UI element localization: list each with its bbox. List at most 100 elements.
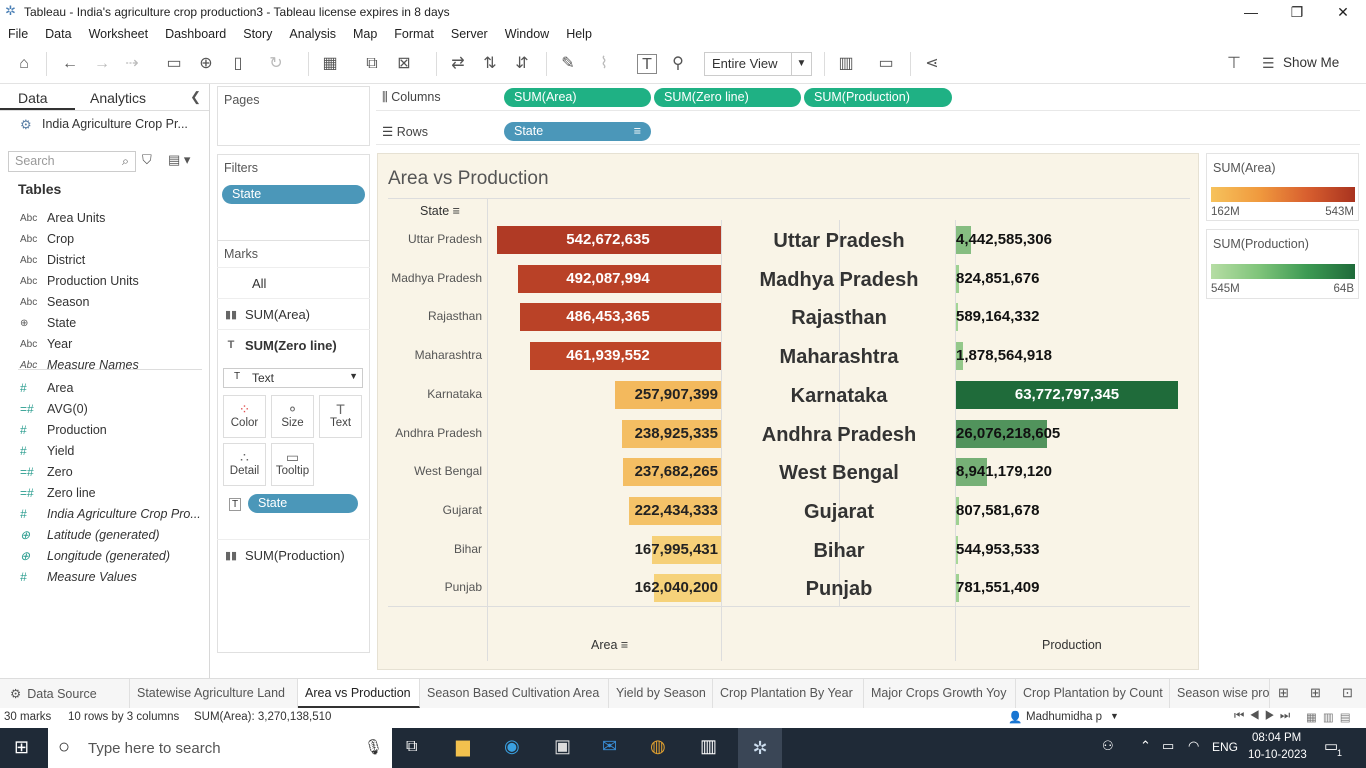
- tooltip-button[interactable]: ▭ Tooltip: [271, 443, 314, 486]
- show-me-button[interactable]: Show Me: [1283, 55, 1339, 70]
- menu-window[interactable]: Window: [505, 27, 549, 41]
- new-story-icon[interactable]: ⊡: [1342, 685, 1353, 701]
- chrome-icon[interactable]: ◍: [650, 736, 666, 757]
- microphone-icon[interactable]: 🎙: [364, 738, 383, 756]
- columns-shelf[interactable]: ⫼ Columns SUM(Area) SUM(Zero line) SUM(P…: [376, 84, 1360, 111]
- column-pill-area[interactable]: SUM(Area): [504, 88, 651, 107]
- color-button[interactable]: ⁘ Color: [223, 395, 266, 438]
- tableau-taskbar-icon[interactable]: ✲: [738, 728, 782, 768]
- row-label[interactable]: Rajasthan: [378, 309, 482, 323]
- new-worksheet-icon[interactable]: ▦: [320, 54, 340, 74]
- tab-statewise-agriculture-land[interactable]: Statewise Agriculture Land: [130, 679, 298, 708]
- marks-all[interactable]: All: [217, 267, 370, 298]
- menu-story[interactable]: Story: [243, 27, 272, 41]
- cards-icon[interactable]: ▥: [836, 54, 856, 74]
- field-zero-line[interactable]: =# Zero line: [20, 486, 96, 500]
- group-icon[interactable]: ⌇: [594, 54, 614, 74]
- mark-type-dropdown[interactable]: T Text ▼: [223, 368, 363, 388]
- field-district[interactable]: Abc District: [20, 253, 85, 267]
- search-input[interactable]: Search ⌕: [8, 151, 136, 172]
- share-icon[interactable]: ⋖: [922, 54, 942, 74]
- tab-data-source[interactable]: ⚙ Data Source: [0, 679, 130, 708]
- field-zero[interactable]: =# Zero: [20, 465, 73, 479]
- show-labels-icon[interactable]: T: [637, 54, 657, 74]
- row-label[interactable]: West Bengal: [378, 464, 482, 478]
- menu-dashboard[interactable]: Dashboard: [165, 27, 226, 41]
- chevron-down-icon[interactable]: ▼: [1110, 711, 1119, 721]
- undo-icon[interactable]: ←: [60, 54, 80, 74]
- field-measure-values[interactable]: # Measure Values: [20, 570, 137, 584]
- row-label[interactable]: Punjab: [378, 580, 482, 594]
- home-icon[interactable]: ⌂: [14, 54, 34, 74]
- field-state[interactable]: ⊕ State: [20, 316, 76, 330]
- field-production[interactable]: # Production: [20, 423, 107, 437]
- tab-season-wise-pro[interactable]: Season wise pro: [1170, 679, 1270, 708]
- language-indicator[interactable]: ENG: [1212, 740, 1238, 754]
- taskbar-search[interactable]: ○ Type here to search 🎙: [48, 728, 392, 768]
- minimize-button[interactable]: —: [1228, 0, 1274, 24]
- detail-button[interactable]: ∴ Detail: [223, 443, 266, 486]
- sheet-view-icon[interactable]: ▦▥▤: [1306, 710, 1357, 724]
- wifi-icon[interactable]: ◠: [1188, 738, 1199, 754]
- new-dashboard-icon[interactable]: ⊞: [1310, 685, 1321, 701]
- tab-major-crops-growth-yoy[interactable]: Major Crops Growth Yoy: [864, 679, 1016, 708]
- people-icon[interactable]: ⚇: [1102, 738, 1114, 754]
- swap-icon[interactable]: ⇄: [448, 54, 468, 74]
- row-label[interactable]: Gujarat: [378, 503, 482, 517]
- marks-sum-area[interactable]: ▮▮ SUM(Area): [217, 298, 370, 329]
- view-options-icon[interactable]: ▤ ▾: [168, 152, 190, 168]
- clock-date[interactable]: 10-10-2023: [1248, 749, 1307, 761]
- menu-worksheet[interactable]: Worksheet: [89, 27, 149, 41]
- pin-icon[interactable]: ⚲: [668, 54, 688, 74]
- close-button[interactable]: ✕: [1320, 0, 1366, 24]
- sort-descending-icon[interactable]: ⇵: [512, 54, 532, 74]
- row-label[interactable]: Uttar Pradesh: [378, 232, 482, 246]
- x-axis-label-area[interactable]: Area ≡: [591, 638, 628, 652]
- datasource-name[interactable]: India Agriculture Crop Pr...: [42, 117, 188, 131]
- menu-format[interactable]: Format: [394, 27, 434, 41]
- store-icon[interactable]: ▣: [554, 736, 571, 757]
- field-crop[interactable]: Abc Crop: [20, 232, 74, 246]
- row-header-state[interactable]: State ≡: [420, 204, 460, 218]
- field-avg-0[interactable]: =# AVG(0): [20, 402, 88, 416]
- pause-updates-icon[interactable]: ▯: [228, 54, 248, 74]
- save-icon[interactable]: ▭: [164, 54, 184, 74]
- refresh-icon[interactable]: ↻: [266, 54, 286, 74]
- menu-server[interactable]: Server: [451, 27, 488, 41]
- column-pill-zero-line[interactable]: SUM(Zero line): [654, 88, 801, 107]
- file-explorer-icon[interactable]: ▆: [456, 736, 470, 757]
- field-latitude-generated[interactable]: ⊕ Latitude (generated): [20, 528, 160, 542]
- row-label[interactable]: Karnataka: [378, 387, 482, 401]
- text-button[interactable]: T Text: [319, 395, 362, 438]
- tab-crop-plantation-by-count[interactable]: Crop Plantation by Count: [1016, 679, 1170, 708]
- tab-crop-plantation-by-year[interactable]: Crop Plantation By Year: [713, 679, 864, 708]
- tab-data[interactable]: Data: [0, 84, 75, 110]
- filter-icon[interactable]: ⛉: [142, 152, 152, 168]
- row-label[interactable]: Bihar: [378, 542, 482, 556]
- row-pill-state[interactable]: State ≡: [504, 122, 651, 141]
- marks-sum-production[interactable]: ▮▮ SUM(Production): [217, 539, 370, 570]
- mail-icon[interactable]: ✉: [602, 736, 617, 757]
- menu-file[interactable]: File: [8, 27, 28, 41]
- tab-analytics[interactable]: Analytics: [75, 84, 175, 110]
- rows-shelf[interactable]: ☰ Rows State ≡: [376, 118, 1360, 145]
- row-label[interactable]: Maharashtra: [378, 348, 482, 362]
- sort-ascending-icon[interactable]: ⇅: [480, 54, 500, 74]
- menu-map[interactable]: Map: [353, 27, 377, 41]
- edge-icon[interactable]: ◉: [504, 736, 520, 757]
- row-label[interactable]: Andhra Pradesh: [378, 426, 482, 440]
- field-india-agriculture-crop-pro[interactable]: # India Agriculture Crop Pro...: [20, 507, 201, 521]
- duplicate-icon[interactable]: ⧉: [362, 54, 382, 74]
- x-axis-label-production[interactable]: Production: [1042, 638, 1102, 652]
- field-area[interactable]: # Area: [20, 381, 73, 395]
- clock-time[interactable]: 08:04 PM: [1252, 732, 1301, 744]
- windows-start-icon[interactable]: ⊞: [14, 737, 29, 758]
- field-yield[interactable]: # Yield: [20, 444, 74, 458]
- restore-button[interactable]: ❐: [1274, 0, 1320, 24]
- network-icon[interactable]: ▭: [1162, 738, 1174, 754]
- marks-sum-zero-line[interactable]: T SUM(Zero line): [217, 329, 370, 360]
- menu-analysis[interactable]: Analysis: [289, 27, 336, 41]
- clear-sheet-icon[interactable]: ⊠: [394, 54, 414, 74]
- replay-icon[interactable]: ⇢: [122, 54, 142, 74]
- column-pill-production[interactable]: SUM(Production): [804, 88, 952, 107]
